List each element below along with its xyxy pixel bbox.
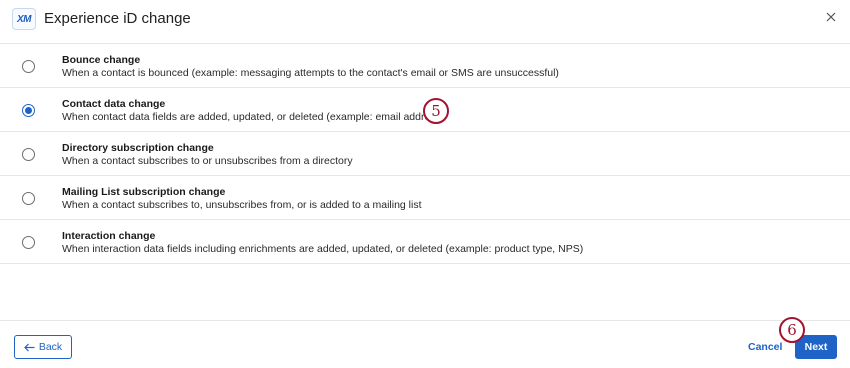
option-description: When contact data fields are added, upda… — [62, 111, 445, 123]
option-title: Interaction change — [62, 230, 156, 242]
option-title: Bounce change — [62, 54, 141, 66]
cancel-button[interactable]: Cancel — [748, 341, 782, 353]
next-label: Next — [804, 341, 828, 353]
option-description: When a contact is bounced (example: mess… — [62, 67, 559, 79]
option-title: Contact data change — [62, 98, 166, 110]
radio-interaction-change[interactable] — [22, 236, 35, 249]
radio-directory-subscription-change[interactable] — [22, 148, 35, 161]
option-description: When a contact subscribes to or unsubscr… — [62, 155, 353, 167]
change-type-list: Bounce change When a contact is bounced … — [0, 44, 850, 264]
option-directory-subscription-change[interactable]: Directory subscription change When a con… — [0, 132, 850, 176]
option-title: Directory subscription change — [62, 142, 214, 154]
close-icon[interactable] — [822, 8, 840, 26]
radio-mailing-list-subscription-change[interactable] — [22, 192, 35, 205]
option-bounce-change[interactable]: Bounce change When a contact is bounced … — [0, 44, 850, 88]
step-6-badge: 6 — [779, 317, 805, 343]
option-description: When a contact subscribes to, unsubscrib… — [62, 199, 422, 211]
option-title: Mailing List subscription change — [62, 186, 226, 198]
dialog-footer: Back Cancel Next — [0, 320, 850, 368]
option-mailing-list-subscription-change[interactable]: Mailing List subscription change When a … — [0, 176, 850, 220]
back-button[interactable]: Back — [14, 335, 72, 359]
xm-logo: XM — [12, 8, 36, 30]
option-interaction-change[interactable]: Interaction change When interaction data… — [0, 220, 850, 264]
logo-text: XM — [17, 13, 32, 25]
option-description: When interaction data fields including e… — [62, 243, 584, 255]
back-label: Back — [38, 341, 63, 353]
step-5-badge: 5 — [423, 98, 449, 124]
radio-contact-data-change[interactable] — [22, 104, 35, 117]
dialog-header: XM Experience iD change — [0, 0, 850, 44]
dialog-title: Experience iD change — [44, 10, 191, 27]
arrow-left-icon — [23, 343, 35, 351]
radio-bounce-change[interactable] — [22, 60, 35, 73]
